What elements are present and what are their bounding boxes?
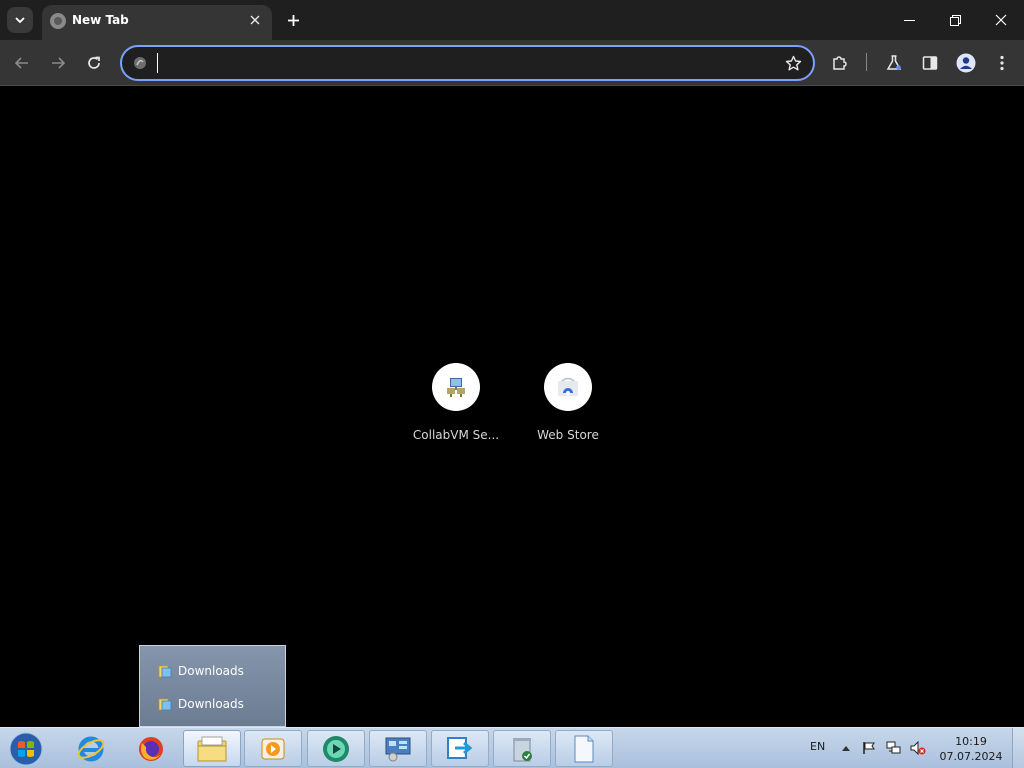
tab-close-button[interactable] bbox=[246, 11, 264, 29]
reload-button[interactable] bbox=[80, 49, 108, 77]
puzzle-icon bbox=[833, 56, 847, 70]
network-icon bbox=[886, 741, 900, 754]
firefox-icon bbox=[139, 736, 163, 761]
media-player-icon bbox=[261, 738, 285, 759]
address-input[interactable] bbox=[156, 51, 756, 75]
tab-strip: New Tab bbox=[0, 0, 1024, 40]
plus-icon bbox=[287, 14, 299, 26]
taskbar-media-center[interactable] bbox=[307, 730, 365, 767]
taskbar-windows-explorer[interactable] bbox=[183, 730, 241, 767]
chevron-down-icon bbox=[15, 17, 25, 24]
side-panel-button[interactable] bbox=[916, 49, 944, 77]
address-bar[interactable] bbox=[120, 45, 815, 81]
toolbar-separator bbox=[866, 53, 867, 71]
action-center-button[interactable] bbox=[861, 740, 877, 756]
close-window-button[interactable] bbox=[978, 0, 1024, 40]
taskbar-notepad[interactable] bbox=[555, 730, 613, 767]
shortcut-web-store[interactable]: Web Store bbox=[513, 363, 623, 442]
shortcut-label: CollabVM Se... bbox=[412, 428, 500, 442]
volume-button[interactable] bbox=[910, 740, 926, 756]
labs-button[interactable] bbox=[880, 49, 908, 77]
taskbar-recycle-bin[interactable] bbox=[493, 730, 551, 767]
globe-icon bbox=[50, 13, 66, 29]
jump-list-label: Downloads bbox=[178, 664, 244, 678]
bookmark-star-button[interactable] bbox=[783, 53, 803, 73]
restore-icon bbox=[949, 14, 961, 26]
chevron-up-icon bbox=[842, 746, 850, 751]
close-icon bbox=[995, 14, 1007, 26]
star-icon bbox=[785, 55, 801, 70]
arrow-left-icon bbox=[14, 57, 28, 69]
minimize-icon bbox=[903, 19, 915, 21]
control-panel-icon bbox=[385, 737, 411, 761]
media-center-icon bbox=[323, 735, 349, 762]
taskbar-control-panel[interactable] bbox=[369, 730, 427, 767]
computer-network-icon bbox=[447, 378, 465, 397]
back-button[interactable] bbox=[8, 49, 36, 77]
explorer-jump-list: Downloads Downloads bbox=[139, 645, 286, 727]
document-icon bbox=[574, 735, 594, 762]
volume-muted-icon bbox=[910, 741, 926, 755]
language-indicator[interactable]: EN bbox=[810, 740, 825, 753]
shortcut-icon-collabvm bbox=[432, 363, 480, 411]
menu-button[interactable] bbox=[988, 49, 1016, 77]
show-desktop-button[interactable] bbox=[1012, 728, 1024, 768]
remote-transfer-icon bbox=[447, 736, 473, 759]
forward-button[interactable] bbox=[44, 49, 72, 77]
arrow-right-icon bbox=[52, 57, 66, 69]
restore-button[interactable] bbox=[932, 0, 978, 40]
flag-icon bbox=[863, 742, 875, 754]
clock-time: 10:19 bbox=[955, 735, 987, 748]
profile-button[interactable] bbox=[952, 49, 980, 77]
jump-list-label: Downloads bbox=[178, 697, 244, 711]
browser-toolbar bbox=[0, 40, 1024, 86]
taskbar-internet-explorer[interactable] bbox=[62, 730, 120, 767]
taskbar: EN 10:19 07.07.2024 bbox=[0, 727, 1024, 768]
web-store-icon bbox=[558, 377, 578, 396]
taskbar-remote-desktop[interactable] bbox=[431, 730, 489, 767]
side-panel-icon bbox=[922, 56, 938, 70]
internet-explorer-icon bbox=[77, 736, 105, 761]
tab-title: New Tab bbox=[72, 13, 129, 27]
taskbar-media-player[interactable] bbox=[244, 730, 302, 767]
reload-icon bbox=[88, 56, 100, 69]
shortcut-collabvm[interactable]: CollabVM Se... bbox=[401, 363, 511, 442]
shortcut-label: Web Store bbox=[537, 428, 599, 442]
more-vert-icon bbox=[1000, 55, 1004, 71]
avatar-icon bbox=[956, 53, 976, 73]
jump-list-item[interactable]: Downloads bbox=[158, 695, 244, 713]
folder-icon bbox=[158, 665, 172, 678]
taskbar-firefox[interactable] bbox=[122, 730, 180, 767]
new-tab-button[interactable] bbox=[282, 9, 304, 31]
tab-search-button[interactable] bbox=[7, 7, 33, 33]
shortcut-icon-web-store bbox=[544, 363, 592, 411]
flask-icon bbox=[886, 55, 902, 70]
clock[interactable]: 10:19 07.07.2024 bbox=[937, 734, 1005, 764]
extensions-button[interactable] bbox=[826, 49, 854, 77]
jump-list-item[interactable]: Downloads bbox=[158, 662, 244, 680]
close-icon bbox=[250, 15, 260, 25]
recycle-bin-icon bbox=[513, 737, 532, 761]
show-hidden-icons-button[interactable] bbox=[838, 740, 854, 756]
text-caret bbox=[157, 53, 158, 73]
clock-date: 07.07.2024 bbox=[939, 750, 1003, 763]
minimize-button[interactable] bbox=[886, 0, 932, 40]
folder-icon bbox=[197, 736, 227, 761]
tab-new-tab[interactable]: New Tab bbox=[42, 5, 272, 40]
screen: New Tab CollabVM Se... Web Store Downloa… bbox=[0, 0, 1024, 768]
start-button[interactable] bbox=[6, 730, 46, 768]
windows-orb-icon bbox=[9, 732, 43, 766]
network-button[interactable] bbox=[885, 740, 901, 756]
search-engine-icon bbox=[131, 54, 149, 72]
folder-icon bbox=[158, 698, 172, 711]
